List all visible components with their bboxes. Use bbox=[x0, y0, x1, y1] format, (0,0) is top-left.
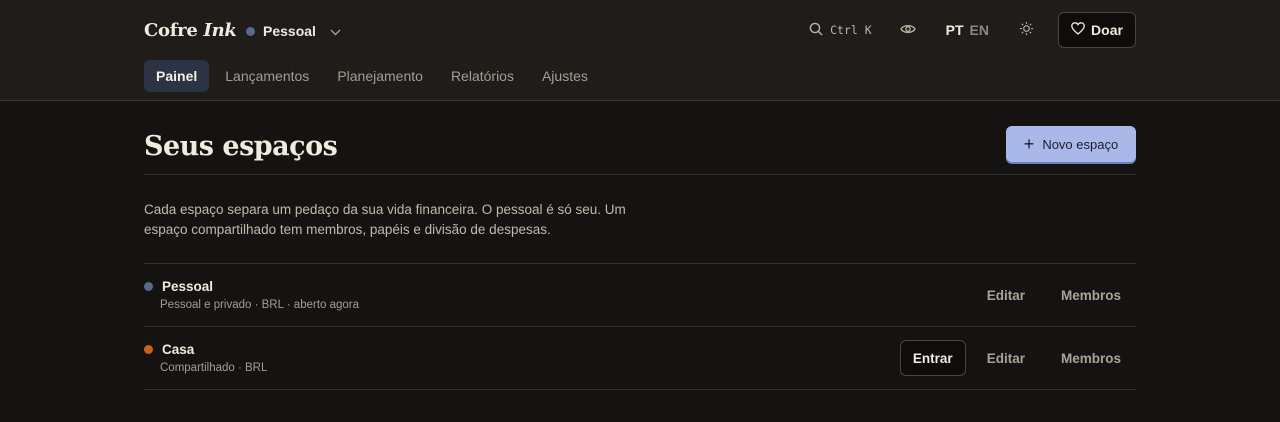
description-line: Cada espaço separa um pedaço da sua vida… bbox=[144, 202, 626, 217]
plus-icon: + bbox=[1023, 134, 1035, 154]
space-row-casa: Casa Compartilhado · BRL Entrar Editar M… bbox=[144, 327, 1136, 389]
divider bbox=[144, 174, 1136, 175]
donate-label: Doar bbox=[1091, 22, 1123, 38]
donate-button[interactable]: Doar bbox=[1058, 12, 1136, 48]
space-title: Pessoal bbox=[144, 279, 213, 294]
enter-space-button[interactable]: Entrar bbox=[899, 340, 966, 376]
top-bar: Cofre Ink Pessoal Ctrl K PT EN Doar Pain… bbox=[0, 0, 1280, 101]
search-button[interactable]: Ctrl K bbox=[809, 22, 872, 39]
space-name: Casa bbox=[162, 342, 195, 357]
edit-space-button[interactable]: Editar bbox=[975, 277, 1037, 313]
space-name: Pessoal bbox=[162, 279, 214, 294]
brand-logo[interactable]: Cofre Ink bbox=[144, 20, 237, 41]
language-pt[interactable]: PT bbox=[946, 22, 964, 38]
search-shortcut: Ctrl K bbox=[830, 23, 872, 37]
top-bar-inner: Cofre Ink Pessoal Ctrl K PT EN Doar Pain… bbox=[144, 0, 1136, 101]
new-space-button[interactable]: + Novo espaço bbox=[1006, 126, 1136, 162]
space-switcher-label: Pessoal bbox=[263, 23, 316, 39]
new-space-label: Novo espaço bbox=[1042, 136, 1119, 152]
theme-toggle-button[interactable] bbox=[1019, 21, 1034, 39]
sun-icon bbox=[1019, 21, 1034, 39]
chevron-down-icon bbox=[330, 23, 341, 39]
header-tools: Ctrl K PT EN Doar bbox=[809, 12, 1136, 48]
space-switcher[interactable]: Pessoal bbox=[246, 21, 341, 41]
space-color-dot bbox=[144, 345, 153, 354]
space-meta: Pessoal e privado · BRL · aberto agora bbox=[160, 299, 360, 311]
space-members-button[interactable]: Membros bbox=[1046, 277, 1136, 313]
description-line: espaço compartilhado tem membros, papéis… bbox=[144, 222, 551, 237]
language-en[interactable]: EN bbox=[970, 22, 989, 38]
tab-ajustes[interactable]: Ajustes bbox=[530, 60, 600, 92]
search-icon bbox=[809, 22, 823, 39]
space-color-dot bbox=[144, 282, 153, 291]
brand-name: Cofre bbox=[144, 20, 198, 41]
page-title: Seus espaços bbox=[144, 131, 338, 162]
main-tabs: Painel Lançamentos Planejamento Relatóri… bbox=[144, 60, 604, 92]
page-description: Cada espaço separa um pedaço da sua vida… bbox=[144, 200, 664, 240]
tab-painel[interactable]: Painel bbox=[144, 60, 210, 92]
heart-icon bbox=[1071, 22, 1085, 38]
eye-icon bbox=[899, 22, 916, 38]
space-meta: Compartilhado · BRL bbox=[160, 362, 268, 374]
space-title: Casa bbox=[144, 342, 194, 357]
space-members-button[interactable]: Membros bbox=[1046, 340, 1136, 376]
privacy-toggle-button[interactable] bbox=[899, 22, 916, 38]
tab-planejamento[interactable]: Planejamento bbox=[325, 60, 435, 92]
divider bbox=[144, 389, 1136, 390]
brand-name-italic: Ink bbox=[203, 20, 237, 41]
tab-lancamentos[interactable]: Lançamentos bbox=[213, 60, 321, 92]
space-color-dot bbox=[246, 26, 255, 36]
space-actions: Entrar Editar Membros bbox=[899, 340, 1136, 376]
language-switcher: PT EN bbox=[946, 22, 989, 38]
edit-space-button[interactable]: Editar bbox=[975, 340, 1037, 376]
space-actions: Editar Membros bbox=[966, 277, 1136, 313]
tab-relatorios[interactable]: Relatórios bbox=[439, 60, 526, 92]
space-row-pessoal: Pessoal Pessoal e privado · BRL · aberto… bbox=[144, 264, 1136, 326]
